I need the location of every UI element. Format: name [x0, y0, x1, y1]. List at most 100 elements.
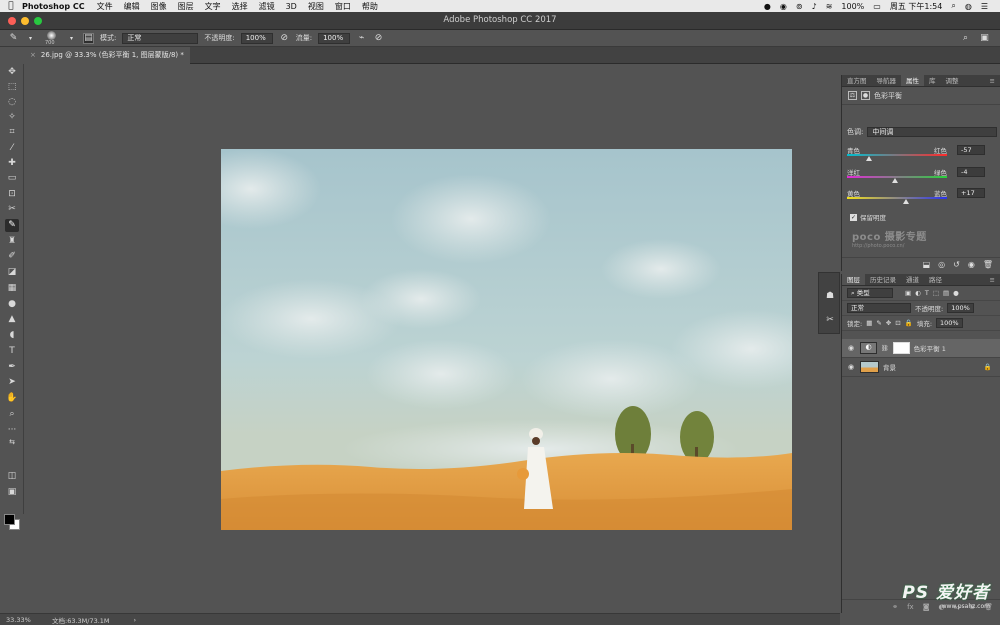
reset-icon[interactable]: ↺	[953, 260, 960, 269]
panel-menu-icon[interactable]: ≡	[990, 75, 1000, 86]
brush-tool-icon[interactable]: ✎	[5, 219, 19, 232]
tab-channels[interactable]: 通道	[901, 274, 924, 285]
mode-select[interactable]: 正常	[122, 32, 199, 44]
apple-icon[interactable]: 	[0, 1, 22, 11]
cyan-red-slider[interactable]: 青色 红色 -57	[847, 145, 997, 161]
menu-image[interactable]: 图像	[151, 1, 167, 12]
history-brush-icon[interactable]: ✐	[5, 250, 19, 263]
dodge-tool-icon[interactable]: ◖	[5, 329, 19, 342]
mask-icon[interactable]: ●	[861, 91, 870, 100]
tab-navigator[interactable]: 导航器	[872, 75, 902, 86]
smart-filter-icon[interactable]: ▤	[943, 289, 949, 297]
stamp-tool-icon[interactable]: ♜	[5, 235, 19, 248]
menu-filter[interactable]: 滤镜	[259, 1, 275, 12]
link-icon[interactable]: ⛓	[881, 345, 889, 352]
tab-history[interactable]: 历史记录	[865, 274, 901, 285]
link-layers-icon[interactable]: ⚭	[892, 603, 898, 611]
chevron-down-icon[interactable]: ▾	[25, 33, 36, 44]
slider-track[interactable]	[847, 154, 947, 156]
quick-select-icon[interactable]: ✧	[5, 111, 19, 124]
pressure-size-icon[interactable]: ⊘	[373, 33, 384, 44]
gradient-icon[interactable]: ▦	[5, 282, 19, 295]
brush-preset-picker[interactable]: 700	[42, 31, 60, 46]
opacity-input[interactable]: 100%	[240, 32, 273, 44]
workspace-icon[interactable]: ▣	[979, 33, 990, 44]
type-filter-icon[interactable]: T	[925, 289, 929, 297]
screen-mode-icon[interactable]: ▣	[5, 486, 19, 499]
slider-knob[interactable]	[892, 178, 898, 183]
zoom-level[interactable]: 33.33%	[0, 616, 34, 624]
trash-icon[interactable]: 🗑	[983, 260, 993, 269]
slider-value[interactable]: -4	[957, 167, 985, 177]
scissors-icon[interactable]: ✂	[5, 203, 19, 216]
path-select-icon[interactable]: ➤	[5, 376, 19, 389]
tab-adjustments[interactable]: 调整	[941, 75, 964, 86]
clip-to-layer-icon[interactable]: ⬓	[923, 260, 931, 269]
layer-filter-select[interactable]: ⌕ 类型	[847, 288, 893, 298]
layer-row[interactable]: ◉ 背景 🔒	[842, 358, 1000, 377]
menu-type[interactable]: 文字	[205, 1, 221, 12]
blur-tool-icon[interactable]: ●	[5, 298, 19, 311]
layer-opacity-input[interactable]: 100%	[947, 303, 974, 313]
menu-view[interactable]: 视图	[308, 1, 324, 12]
music-icon[interactable]: ♪	[812, 2, 817, 11]
lock-all-icon[interactable]: 🔒	[905, 319, 913, 327]
panel-menu-icon[interactable]: ≡	[990, 274, 1000, 285]
patch-tool-icon[interactable]: ▭	[5, 172, 19, 185]
lock-position-icon[interactable]: ✥	[886, 319, 891, 327]
frame-tool-icon[interactable]: ⊡	[5, 188, 19, 201]
airbrush-icon[interactable]: ⌁	[356, 33, 367, 44]
pixel-filter-icon[interactable]: ▣	[905, 289, 911, 297]
blend-mode-select[interactable]: 正常	[847, 303, 911, 313]
shape-filter-icon[interactable]: ⬚	[933, 289, 939, 297]
user-icon[interactable]: ◍	[965, 2, 972, 11]
fill-input[interactable]: 100%	[936, 318, 963, 328]
slider-value[interactable]: +17	[957, 188, 985, 198]
crop-tool-icon[interactable]: ⌗	[5, 126, 19, 139]
menu-help[interactable]: 帮助	[362, 1, 378, 12]
tab-libraries[interactable]: 库	[924, 75, 941, 86]
pressure-opacity-icon[interactable]: ⊘	[279, 33, 290, 44]
menu-app-name[interactable]: Photoshop CC	[22, 2, 85, 11]
lock-pixels-icon[interactable]: ✎	[876, 319, 881, 327]
move-tool-icon[interactable]: ✥	[5, 66, 19, 79]
magenta-green-slider[interactable]: 洋红 绿色 -4	[847, 167, 997, 183]
lasso-tool-icon[interactable]: ◌	[5, 96, 19, 109]
layer-name[interactable]: 色彩平衡 1	[914, 343, 946, 353]
brush-tool-icon[interactable]: ✎	[8, 33, 19, 44]
layer-mask-thumb[interactable]	[892, 342, 910, 354]
menu-3d[interactable]: 3D	[286, 2, 297, 11]
scissors-icon[interactable]: ✂	[824, 315, 836, 327]
list-icon[interactable]: ☰	[981, 2, 988, 11]
lock-transparent-icon[interactable]: ▦	[866, 319, 872, 327]
zoom-tool-icon[interactable]: ⌕	[5, 408, 19, 421]
wifi-icon[interactable]: ≋	[826, 2, 833, 11]
document-tab[interactable]: × 26.jpg @ 33.3% (色彩平衡 1, 图层蒙版/8) *	[24, 47, 190, 64]
menu-window[interactable]: 窗口	[335, 1, 351, 12]
visibility-icon[interactable]: ◉	[968, 260, 975, 269]
healing-brush-icon[interactable]: ✚	[5, 157, 19, 170]
menu-file[interactable]: 文件	[97, 1, 113, 12]
pen-tool-icon[interactable]: ✒	[5, 361, 19, 374]
search-icon[interactable]: ⌕	[960, 33, 971, 44]
layer-row[interactable]: ◉ ◐ ⛓ 色彩平衡 1	[842, 339, 1000, 358]
close-icon[interactable]: ×	[30, 51, 36, 59]
layer-name[interactable]: 背景	[883, 362, 896, 372]
filter-toggle-icon[interactable]: ●	[953, 289, 959, 297]
flow-input[interactable]: 100%	[318, 32, 351, 44]
adjustment-filter-icon[interactable]: ◐	[915, 289, 921, 297]
lock-artboard-icon[interactable]: ⊡	[895, 319, 900, 327]
yellow-blue-slider[interactable]: 黄色 蓝色 +17	[847, 188, 997, 204]
search-icon[interactable]: ⌕	[951, 1, 955, 11]
tab-paths[interactable]: 路径	[924, 274, 947, 285]
slider-value[interactable]: -57	[957, 145, 985, 155]
slider-track[interactable]	[847, 197, 947, 199]
chevron-down-icon[interactable]: ▾	[66, 33, 77, 44]
status-menu-arrow[interactable]: ›	[134, 616, 137, 624]
marquee-tool-icon[interactable]: ⬚	[5, 81, 19, 94]
eraser-icon[interactable]: ◪	[5, 266, 19, 279]
tab-layers[interactable]: 图层	[842, 274, 865, 285]
brush-panel-icon[interactable]: ▤	[83, 32, 94, 44]
tab-histogram[interactable]: 直方图	[842, 75, 872, 86]
sync-icon[interactable]: ⊚	[796, 2, 803, 11]
